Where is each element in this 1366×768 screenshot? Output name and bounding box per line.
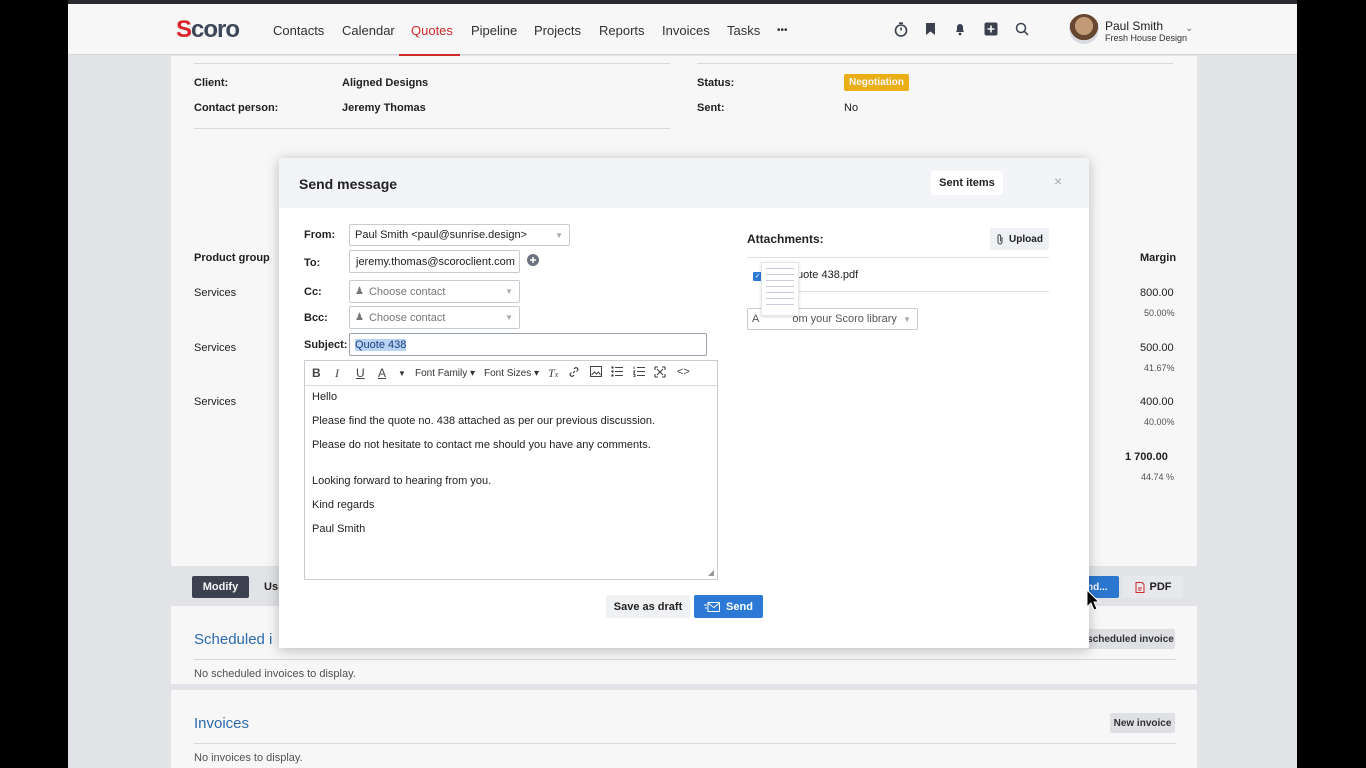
message-editor[interactable]: B I U A ▼ Font Family ▾ Font Sizes ▾ Tx … <box>304 360 718 580</box>
dialog-header: Send message Sent items × <box>279 158 1089 208</box>
subject-input[interactable]: Quote 438 <box>349 333 707 356</box>
clear-format-icon[interactable]: Tx <box>548 366 558 381</box>
resize-handle-icon[interactable]: ◢ <box>708 568 714 577</box>
mouse-cursor-icon <box>1086 588 1101 614</box>
caret-down-icon: ▼ <box>903 314 911 324</box>
source-code-icon[interactable]: <> <box>677 366 690 378</box>
paperclip-icon <box>997 234 1003 245</box>
body-line: Looking forward to hearing from you. <box>312 475 492 487</box>
add-recipient-icon[interactable] <box>527 254 539 269</box>
attachments-label: Attachments: <box>747 232 824 246</box>
font-sizes-dropdown[interactable]: Font Sizes ▾ <box>484 368 539 379</box>
underline-icon[interactable]: U <box>356 366 365 380</box>
font-family-label: Font Family <box>415 368 468 379</box>
person-icon: ♟ <box>355 312 364 323</box>
font-sizes-label: Font Sizes <box>484 368 532 379</box>
sent-items-button[interactable]: Sent items <box>931 171 1003 195</box>
bcc-select[interactable]: ♟ Choose contact ▼ <box>349 306 520 329</box>
cc-label: Cc: <box>304 286 322 298</box>
body-line: Kind regards <box>312 499 375 511</box>
numbered-list-icon[interactable] <box>632 366 645 380</box>
library-prefix: A <box>752 313 760 325</box>
send-button[interactable]: Send <box>694 595 763 618</box>
body-line: Hello <box>312 391 338 403</box>
text-color-icon[interactable]: A <box>378 366 386 380</box>
app-window: Scoro Contacts Calendar Quotes Pipeline … <box>68 0 1297 768</box>
from-label: From: <box>304 229 336 241</box>
image-icon[interactable] <box>590 366 602 380</box>
bcc-placeholder: Choose contact <box>368 311 446 324</box>
divider <box>747 257 1049 258</box>
attachment-thumbnail <box>761 262 799 316</box>
from-select[interactable]: Paul Smith <paul@sunrise.design> ▼ <box>349 224 570 246</box>
caret-down-icon: ▼ <box>505 287 513 296</box>
fullscreen-icon[interactable] <box>654 366 666 381</box>
subject-label: Subject: <box>304 339 348 351</box>
body-line: Please do not hesitate to contact me sho… <box>312 439 651 451</box>
library-placeholder: om your Scoro library <box>792 313 897 325</box>
caret-down-icon: ▼ <box>505 313 513 322</box>
dialog-title: Send message <box>299 176 398 192</box>
upload-label: Upload <box>1009 233 1043 245</box>
to-recipient: jeremy.thomas@scoroclient.com <box>356 255 515 268</box>
person-icon: ♟ <box>355 286 364 297</box>
to-label: To: <box>304 257 321 269</box>
caret-down-icon[interactable]: ▼ <box>398 369 406 378</box>
bullet-list-icon[interactable] <box>611 366 623 380</box>
body-line: Please find the quote no. 438 attached a… <box>312 415 656 427</box>
divider <box>799 291 1049 292</box>
upload-button[interactable]: Upload <box>990 228 1049 250</box>
attachment-filename[interactable]: uote 438.pdf <box>797 269 858 281</box>
subject-value: Quote 438 <box>355 338 407 351</box>
to-field[interactable]: jeremy.thomas@scoroclient.com <box>349 250 520 273</box>
send-label: Send <box>726 600 753 613</box>
link-icon[interactable] <box>568 366 580 381</box>
save-as-draft-button[interactable]: Save as draft <box>606 595 690 618</box>
bold-icon[interactable]: B <box>312 366 321 380</box>
cc-placeholder: Choose contact <box>368 285 446 298</box>
editor-toolbar: B I U A ▼ Font Family ▾ Font Sizes ▾ Tx … <box>305 361 717 386</box>
send-message-dialog: Send message Sent items × From: Paul Smi… <box>279 158 1089 648</box>
bcc-label: Bcc: <box>304 312 328 324</box>
caret-down-icon: ▼ <box>555 230 563 240</box>
cc-select[interactable]: ♟ Choose contact ▼ <box>349 280 520 303</box>
from-value: Paul Smith <paul@sunrise.design> <box>355 229 527 241</box>
body-line: Paul Smith <box>312 523 366 535</box>
italic-icon[interactable]: I <box>335 366 339 381</box>
close-icon[interactable]: × <box>1054 173 1062 189</box>
font-family-dropdown[interactable]: Font Family ▾ <box>415 368 475 379</box>
envelope-icon <box>704 601 721 612</box>
